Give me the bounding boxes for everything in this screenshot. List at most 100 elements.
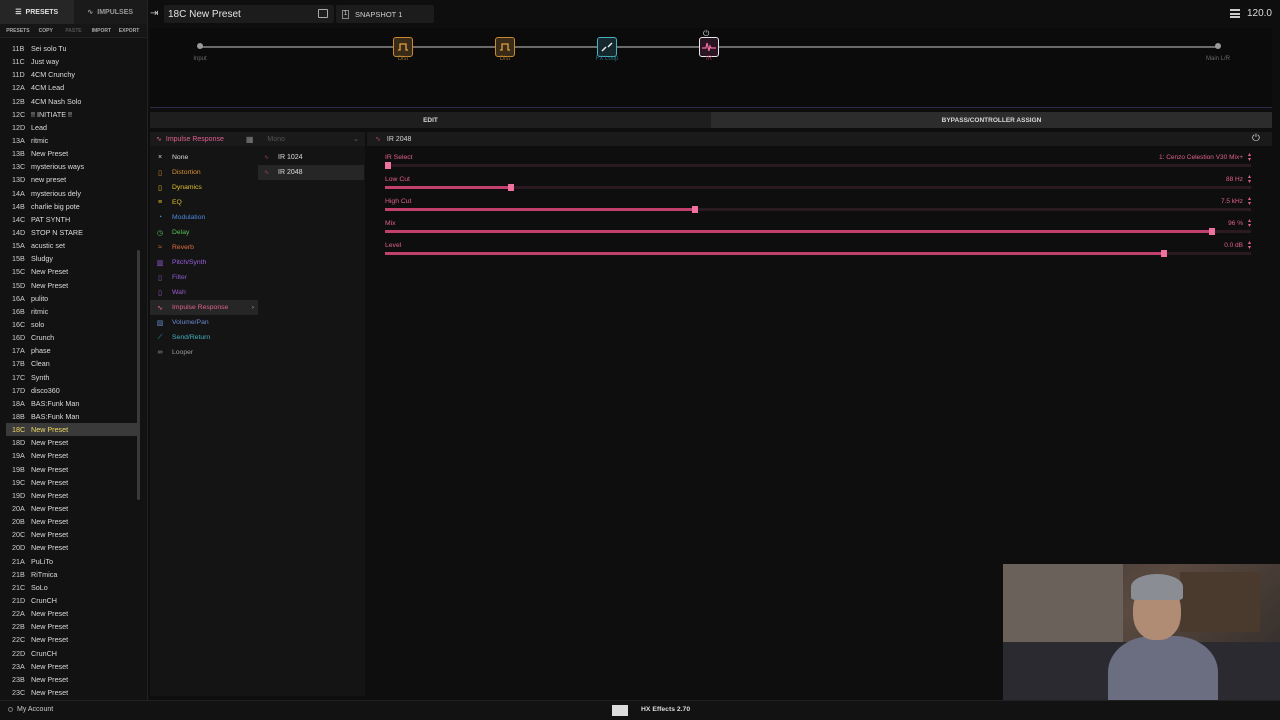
preset-row[interactable]: 22C New Preset <box>6 633 138 646</box>
preset-row[interactable]: 18C New Preset <box>6 423 138 437</box>
export-button[interactable]: EXPORT <box>115 28 143 34</box>
dist-block-2[interactable] <box>495 37 515 57</box>
preset-row[interactable]: 21A PuLiTo <box>6 554 138 567</box>
category-item[interactable]: ≡ EQ <box>150 195 258 210</box>
category-item[interactable]: ⟋ Send/Return <box>150 330 258 345</box>
preset-row[interactable]: 12C !! INITIATE !! <box>6 108 138 121</box>
preset-name-field[interactable]: 18C New Preset <box>164 5 334 23</box>
tab-impulses[interactable]: ∿ IMPULSES <box>74 0 148 24</box>
input-node[interactable] <box>197 43 203 49</box>
preset-row[interactable]: 21B RiTmica <box>6 568 138 581</box>
preset-row[interactable]: 18A BAS:Funk Man <box>6 397 138 410</box>
preset-row[interactable]: 18D New Preset <box>6 436 138 449</box>
preset-row[interactable]: 14D STOP N STARE <box>6 226 138 239</box>
stepper-arrows-icon[interactable]: ▴ ▾ <box>1248 240 1251 251</box>
import-button[interactable]: IMPORT <box>87 28 115 34</box>
preset-row[interactable]: 13C mysterious ways <box>6 160 138 173</box>
preset-row[interactable]: 19A New Preset <box>6 449 138 462</box>
preset-row[interactable]: 13B New Preset <box>6 147 138 160</box>
category-item[interactable]: ▯ Distortion <box>150 165 258 180</box>
slider-thumb[interactable] <box>1209 228 1216 235</box>
power-icon[interactable]: ⏻ <box>703 29 709 39</box>
preset-row[interactable]: 23B New Preset <box>6 673 138 686</box>
preset-row[interactable]: 15A acustic set <box>6 239 138 252</box>
preset-row[interactable]: 15C New Preset <box>6 265 138 278</box>
category-item[interactable]: ◔ Modulation <box>150 210 258 225</box>
category-item[interactable]: ◷ Delay <box>150 225 258 240</box>
preset-row[interactable]: 22A New Preset <box>6 607 138 620</box>
preset-row[interactable]: 20A New Preset <box>6 502 138 515</box>
preset-row[interactable]: 11B Sei solo Tu <box>6 42 138 55</box>
preset-row[interactable]: 17D disco360 <box>6 384 138 397</box>
preset-row[interactable]: 14B charlie big pote <box>6 200 138 213</box>
preset-row[interactable]: 12D Lead <box>6 121 138 134</box>
preset-row[interactable]: 22D CrunCH <box>6 646 138 659</box>
menu-list-icon[interactable] <box>1230 9 1240 18</box>
preset-row[interactable]: 12A 4CM Lead <box>6 81 138 94</box>
preset-row[interactable]: 21D CrunCH <box>6 594 138 607</box>
preset-row[interactable]: 14C PAT SYNTH <box>6 213 138 226</box>
preset-row[interactable]: 17C Synth <box>6 371 138 384</box>
preset-row[interactable]: 23C New Preset <box>6 686 138 697</box>
slider-thumb[interactable] <box>692 206 699 213</box>
preset-row[interactable]: 16A pulito <box>6 292 138 305</box>
preset-row[interactable]: 21C SoLo <box>6 581 138 594</box>
block-power-icon[interactable]: ⏻ <box>1252 133 1264 145</box>
tab-edit[interactable]: EDIT <box>150 112 711 128</box>
preset-row[interactable]: 18B BAS:Funk Man <box>6 410 138 423</box>
param-slider[interactable] <box>385 184 1251 191</box>
presets-button[interactable]: PRESETS <box>4 28 32 34</box>
param-value[interactable]: 0.0 dB <box>1224 242 1243 249</box>
preset-row[interactable]: 23A New Preset <box>6 660 138 673</box>
preset-row[interactable]: 17A phase <box>6 344 138 357</box>
copy-button[interactable]: COPY <box>32 28 60 34</box>
preset-row[interactable]: 20D New Preset <box>6 541 138 554</box>
model-item[interactable]: ∿ IR 2048 <box>258 165 364 180</box>
param-slider[interactable] <box>385 162 1251 169</box>
category-item[interactable]: ▯ Filter <box>150 270 258 285</box>
dist-block-1[interactable] <box>393 37 413 57</box>
preset-row[interactable]: 13D new preset <box>6 173 138 186</box>
param-value[interactable]: 1: Cenzo Celestion V30 Mix+ <box>1159 154 1243 161</box>
preset-row[interactable]: 19D New Preset <box>6 489 138 502</box>
tab-presets[interactable]: ☰ PRESETS <box>0 0 74 24</box>
category-item[interactable]: ∞ Looper <box>150 345 258 360</box>
param-slider[interactable] <box>385 228 1251 235</box>
category-item[interactable]: ▨ Volume/Pan <box>150 315 258 330</box>
stepper-arrows-icon[interactable]: ▴ ▾ <box>1248 152 1251 163</box>
category-item[interactable]: ▥ Pitch/Synth <box>150 255 258 270</box>
preset-row[interactable]: 16C solo <box>6 318 138 331</box>
slider-thumb[interactable] <box>1161 250 1168 257</box>
preset-row[interactable]: 13A ritmic <box>6 134 138 147</box>
preset-row[interactable]: 22B New Preset <box>6 620 138 633</box>
preset-row[interactable]: 17B Clean <box>6 357 138 370</box>
mono-label[interactable]: Mono <box>267 136 285 143</box>
preset-row[interactable]: 15B Sludgy <box>6 252 138 265</box>
stepper-arrows-icon[interactable]: ▴ ▾ <box>1248 218 1251 229</box>
preset-row[interactable]: 20B New Preset <box>6 515 138 528</box>
preset-scrollbar[interactable] <box>137 250 140 500</box>
output-node[interactable] <box>1215 43 1221 49</box>
preset-row[interactable]: 19B New Preset <box>6 463 138 476</box>
stepper-arrows-icon[interactable]: ▴ ▾ <box>1248 196 1251 207</box>
preset-row[interactable]: 12B 4CM Nash Solo <box>6 95 138 108</box>
paste-button[interactable]: PASTE <box>60 28 88 34</box>
preset-row[interactable]: 11C Just way <box>6 55 138 68</box>
preset-row[interactable]: 14A mysterious dely <box>6 187 138 200</box>
stepper-arrows-icon[interactable]: ▴ ▾ <box>1248 174 1251 185</box>
category-item[interactable]: ≈ Reverb <box>150 240 258 255</box>
category-item[interactable]: × None <box>150 150 258 165</box>
ir-block[interactable] <box>699 37 719 57</box>
slider-thumb[interactable] <box>507 184 514 191</box>
preset-row[interactable]: 15D New Preset <box>6 279 138 292</box>
save-icon[interactable] <box>318 9 328 18</box>
chevron-down-icon[interactable]: ⌄ <box>353 135 359 143</box>
fx-loop-block[interactable] <box>597 37 617 57</box>
category-item[interactable]: ∿ Impulse Response › <box>150 300 258 315</box>
snapshot-selector[interactable]: 1 SNAPSHOT 1 <box>336 5 434 23</box>
model-item[interactable]: ∿ IR 1024 <box>258 150 364 165</box>
grid-icon[interactable]: ▦ <box>246 135 254 144</box>
category-item[interactable]: ▯ Wah <box>150 285 258 300</box>
slider-thumb[interactable] <box>385 162 391 169</box>
param-value[interactable]: 88 Hz <box>1226 176 1243 183</box>
